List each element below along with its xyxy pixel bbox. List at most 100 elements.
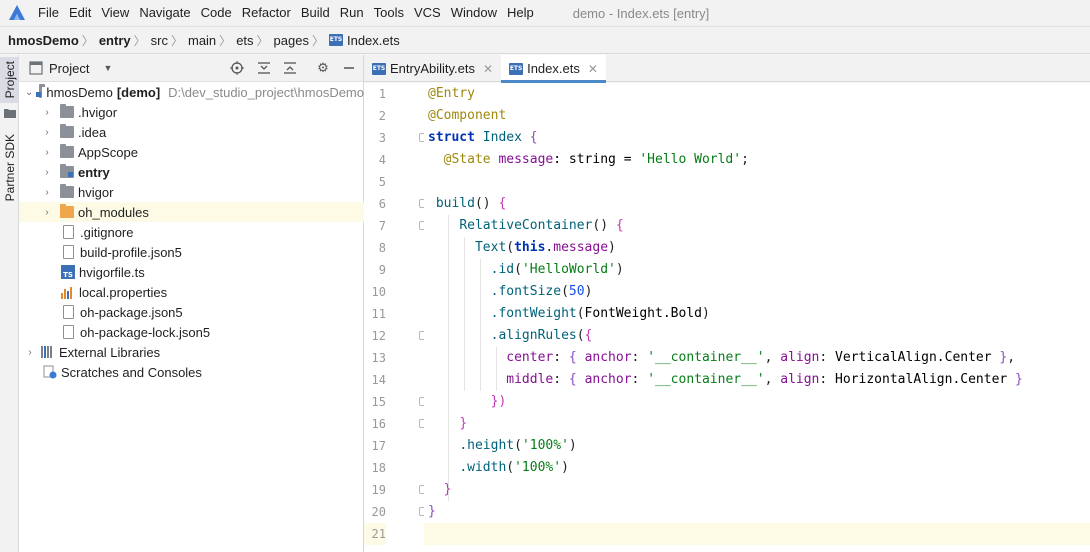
tree-row-gitignore[interactable]: .gitignore xyxy=(19,222,364,242)
line-number: 11 xyxy=(371,307,386,321)
close-icon[interactable]: ✕ xyxy=(483,62,493,76)
tool-tab-partner-sdk[interactable]: Partner SDK xyxy=(0,133,19,203)
expand-all-icon[interactable] xyxy=(256,60,272,76)
code-line: center: { anchor: '__container__', align… xyxy=(506,350,1016,365)
code-line: .fontSize(50) xyxy=(490,284,593,299)
tree-item-label: hvigor xyxy=(78,184,114,200)
code-line: @Component xyxy=(428,108,507,123)
tree-row-scratches[interactable]: Scratches and Consoles xyxy=(19,362,364,382)
breadcrumb: hmosDemo 〉 entry 〉 src 〉 main 〉 ets 〉 pa… xyxy=(0,26,1090,54)
tree-row-hvigor-dir[interactable]: › .hvigor xyxy=(19,102,364,122)
line-number: 5 xyxy=(378,175,386,189)
tree-root-path: D:\dev_studio_project\hmosDemo xyxy=(168,84,364,100)
breadcrumb-item-src[interactable]: src xyxy=(151,33,168,48)
collapse-all-icon[interactable] xyxy=(282,60,298,76)
tree-item-label: AppScope xyxy=(78,144,138,160)
tree-item-label: oh-package.json5 xyxy=(80,304,183,320)
tree-row-idea[interactable]: › .idea xyxy=(19,122,364,142)
tree-row-local-properties[interactable]: local.properties xyxy=(19,282,364,302)
line-number: 2 xyxy=(378,109,386,123)
code-line: build() { xyxy=(428,196,507,211)
line-number: 21 xyxy=(364,523,386,545)
menu-build[interactable]: Build xyxy=(296,0,335,26)
menu-edit[interactable]: Edit xyxy=(64,0,96,26)
tree-row-build-profile[interactable]: build-profile.json5 xyxy=(19,242,364,262)
code-line: RelativeContainer() { xyxy=(459,218,624,233)
menu-file[interactable]: File xyxy=(33,0,64,26)
folder-icon xyxy=(60,104,74,118)
editor-tab-bar: ETS EntryAbility.ets ✕ ETS Index.ets ✕ xyxy=(364,55,1090,83)
menu-tools[interactable]: Tools xyxy=(369,0,409,26)
tree-row-hvigor[interactable]: › hvigor xyxy=(19,182,364,202)
chevron-right-icon[interactable]: › xyxy=(42,107,52,118)
line-number: 8 xyxy=(378,241,386,255)
hide-panel-icon[interactable] xyxy=(341,60,357,76)
menu-refactor[interactable]: Refactor xyxy=(237,0,296,26)
breadcrumb-item-ets[interactable]: ets xyxy=(236,33,253,48)
menu-code[interactable]: Code xyxy=(196,0,237,26)
breadcrumb-item-pages[interactable]: pages xyxy=(274,33,309,48)
folder-icon[interactable] xyxy=(0,105,19,121)
properties-file-icon xyxy=(61,285,75,299)
folder-icon xyxy=(60,184,74,198)
tree-item-label: hvigorfile.ts xyxy=(79,264,145,280)
chevron-right-icon[interactable]: › xyxy=(25,347,35,358)
menu-window[interactable]: Window xyxy=(446,0,502,26)
breadcrumb-separator-icon: 〉 xyxy=(81,33,94,48)
code-line: @Entry xyxy=(428,86,475,101)
locate-file-icon[interactable] xyxy=(229,60,245,76)
tool-tab-project[interactable]: Project xyxy=(0,57,19,103)
menu-run[interactable]: Run xyxy=(335,0,369,26)
menu-vcs[interactable]: VCS xyxy=(409,0,446,26)
gear-icon[interactable]: ⚙ xyxy=(315,60,331,76)
tool-tab-partner-sdk-label: Partner SDK xyxy=(2,134,17,202)
tree-row-hvigorfile[interactable]: TS hvigorfile.ts xyxy=(19,262,364,282)
line-number: 15 xyxy=(371,395,386,409)
chevron-right-icon[interactable]: › xyxy=(42,127,52,138)
menu-help[interactable]: Help xyxy=(502,0,539,26)
tab-entryability[interactable]: ETS EntryAbility.ets ✕ xyxy=(364,55,501,82)
tree-row-external-libraries[interactable]: › External Libraries xyxy=(19,342,364,362)
code-line: } xyxy=(443,482,452,497)
close-icon[interactable]: ✕ xyxy=(588,62,598,76)
breadcrumb-separator-icon: 〉 xyxy=(170,33,183,48)
tree-item-label: .hvigor xyxy=(78,104,118,120)
menu-view[interactable]: View xyxy=(96,0,134,26)
chevron-down-icon[interactable]: ▼ xyxy=(103,63,112,73)
chevron-right-icon[interactable]: › xyxy=(42,167,52,178)
project-panel: Project ▼ ⚙ ⌄ hmosDemo [demo] D:\dev_stu… xyxy=(19,55,364,552)
tree-row-entry[interactable]: › entry xyxy=(19,162,364,182)
current-line-highlight xyxy=(424,523,1090,545)
tab-index[interactable]: ETS Index.ets ✕ xyxy=(501,55,606,83)
chevron-right-icon[interactable]: › xyxy=(42,187,52,198)
breadcrumb-item-main[interactable]: main xyxy=(188,33,216,48)
breadcrumb-item-module[interactable]: entry xyxy=(99,33,131,48)
breadcrumb-item-project[interactable]: hmosDemo xyxy=(8,33,79,48)
chevron-right-icon[interactable]: › xyxy=(42,147,52,158)
line-number: 9 xyxy=(378,263,386,277)
line-number: 13 xyxy=(371,351,386,365)
breadcrumb-item-file[interactable]: Index.ets xyxy=(347,33,400,48)
tree-root-row[interactable]: ⌄ hmosDemo [demo] D:\dev_studio_project\… xyxy=(19,82,364,102)
menu-navigate[interactable]: Navigate xyxy=(134,0,195,26)
tree-row-oh-package[interactable]: oh-package.json5 xyxy=(19,302,364,322)
project-view-icon xyxy=(29,61,43,75)
chevron-down-icon[interactable]: ⌄ xyxy=(25,87,33,98)
chevron-right-icon[interactable]: › xyxy=(42,207,52,218)
tree-row-oh-package-lock[interactable]: oh-package-lock.json5 xyxy=(19,322,364,342)
folder-icon xyxy=(60,204,74,218)
project-panel-title[interactable]: Project xyxy=(49,61,89,76)
tree-item-label: Scratches and Consoles xyxy=(61,364,202,380)
code-editor[interactable]: @Entry @Component struct Index { @State … xyxy=(424,83,1090,552)
line-number: 14 xyxy=(371,373,386,387)
code-line: middle: { anchor: '__container__', align… xyxy=(506,372,1023,387)
tree-row-oh-modules[interactable]: › oh_modules xyxy=(19,202,364,222)
tree-row-appscope[interactable]: › AppScope xyxy=(19,142,364,162)
code-line: .height('100%') xyxy=(459,438,577,453)
folder-icon xyxy=(60,144,74,158)
code-line: .alignRules({ xyxy=(490,328,593,343)
tab-label: EntryAbility.ets xyxy=(390,61,476,76)
line-number: 6 xyxy=(378,197,386,211)
scratches-icon xyxy=(43,365,57,379)
editor-gutter: 1 2 3 4 5 6 7 8 9 10 11 12 13 14 15 16 17 18 19 20 21 xyxy=(364,83,428,552)
